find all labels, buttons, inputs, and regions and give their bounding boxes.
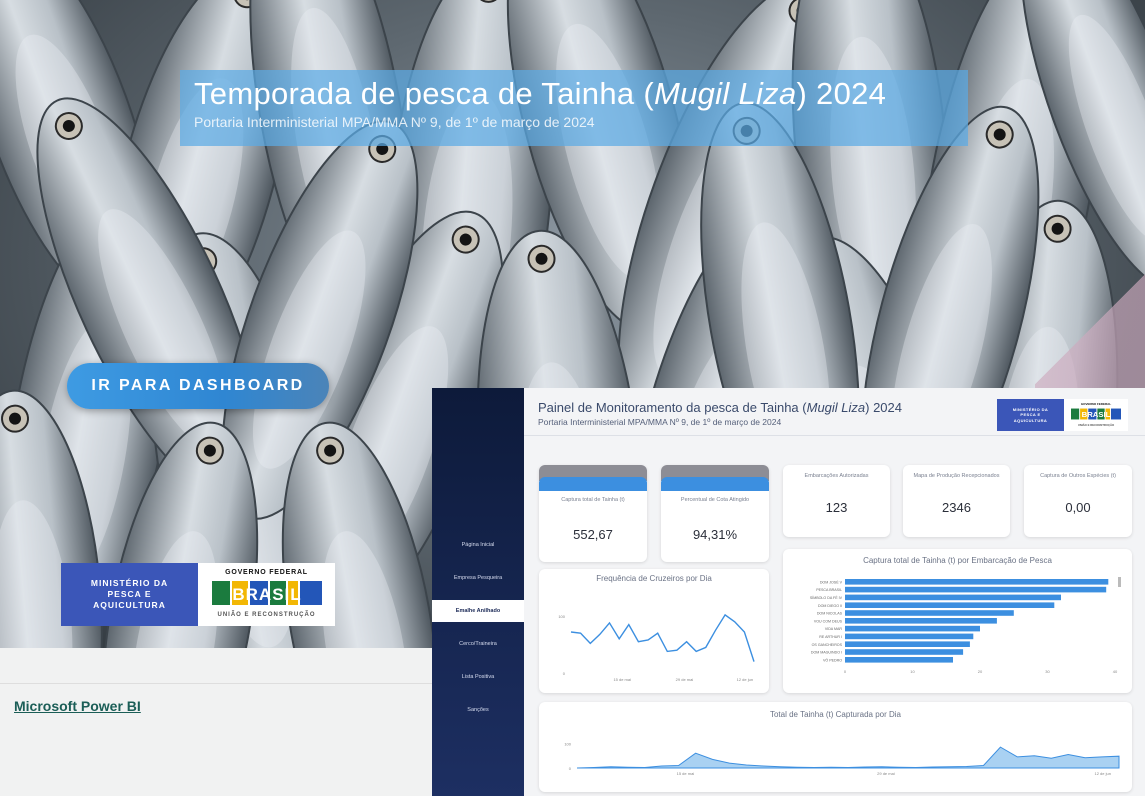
category-label: VOU COM DEUS bbox=[814, 619, 843, 623]
go-to-dashboard-button[interactable]: IR PARA DASHBOARD bbox=[67, 363, 329, 409]
area-series bbox=[576, 746, 1120, 769]
bar bbox=[845, 625, 980, 632]
x-tick-label: 12 de jun bbox=[737, 677, 753, 682]
header-divider bbox=[524, 435, 1145, 436]
hero-title-box: Temporada de pesca de Tainha (Mugil Liza… bbox=[180, 70, 968, 146]
decorative-corner bbox=[1035, 270, 1145, 388]
kpi-value: 0,00 bbox=[1065, 500, 1091, 515]
category-label: PESCA BRASIL bbox=[816, 588, 842, 592]
x-tick-label: 40 bbox=[1113, 669, 1118, 674]
category-label: DOM MAGUINDO I bbox=[811, 651, 842, 655]
category-label: SÍMBOLO DA FÉ IV bbox=[810, 595, 843, 600]
hero-title: Temporada de pesca de Tainha (Mugil Liza… bbox=[194, 76, 887, 111]
bar bbox=[845, 649, 964, 655]
dashboard-title: Painel de Monitoramento da pesca de Tain… bbox=[538, 400, 903, 415]
mini-ministry-logo: MINISTÉRIO DA PESCA E AQUICULTURA bbox=[997, 399, 1064, 431]
kpi-label: Captura total de Tainha (t) bbox=[561, 497, 625, 503]
footer-bar: Microsoft Power BI bbox=[0, 648, 432, 796]
kpi-value: 552,67 bbox=[573, 527, 613, 542]
series-line bbox=[570, 613, 755, 662]
bar bbox=[845, 602, 1055, 608]
mini-governo-federal-logo: GOVERNO FEDERAL BRASIL UNIÃO E RECONSTRU… bbox=[1064, 399, 1128, 431]
kpi-label: Captura de Outros Espécies (t) bbox=[1040, 473, 1116, 479]
kpi-value: 2346 bbox=[942, 500, 971, 515]
nav-item-emalhe-anilhado[interactable]: Emalhe Anilhado bbox=[432, 600, 524, 622]
nav-item-pagina-inicial[interactable]: Página Inicial bbox=[432, 534, 524, 556]
brasil-logo-icon: BRASIL bbox=[212, 581, 322, 605]
scrollbar-thumb bbox=[1118, 577, 1121, 587]
kpi-label: Percentual de Cota Atingido bbox=[680, 497, 750, 503]
area-chart-captura-dia: 100 0 15 de mai 29 de mai 12 de jun bbox=[564, 741, 1120, 776]
dashboard-subtitle: Portaria Interministerial MPA/MMA Nº 9, … bbox=[538, 417, 782, 427]
bar bbox=[845, 641, 970, 647]
x-tick-label: 30 bbox=[1045, 669, 1050, 674]
chart-card-captura-dia: Total de Tainha (t) Capturada por Dia 10… bbox=[539, 702, 1132, 792]
category-label: DOM JOSÉ V bbox=[820, 579, 843, 584]
category-label: RE ARTHUR I bbox=[819, 635, 842, 639]
x-tick-label: 29 de mai bbox=[877, 771, 895, 776]
x-tick-label: 29 de mai bbox=[676, 677, 694, 682]
governo-federal-logo: GOVERNO FEDERAL BRASIL UNIÃO E RECONSTRU… bbox=[198, 563, 335, 626]
category-label: VIDA MAR bbox=[825, 627, 843, 631]
divider bbox=[0, 683, 432, 684]
category-label: DOM NICOLAS bbox=[817, 612, 843, 616]
kpi-card-percentual-cota: Percentual de Cota Atingido 94,31% bbox=[661, 465, 769, 562]
mini-brasil-logo-icon: BRASIL bbox=[1071, 408, 1121, 420]
bar bbox=[845, 633, 974, 640]
bar bbox=[845, 618, 997, 624]
microsoft-power-bi-link[interactable]: Microsoft Power BI bbox=[14, 698, 141, 714]
nav-item-cerco-traineira[interactable]: Cerco/Traineira bbox=[432, 633, 524, 655]
ministry-logo: MINISTÉRIO DA PESCA E AQUICULTURA bbox=[61, 563, 198, 626]
kpi-label: Embarcações Autorizadas bbox=[804, 473, 869, 479]
kpi-card-captura-total: Captura total de Tainha (t) 552,67 bbox=[539, 465, 647, 562]
kpi-card-mapas-producao: Mapa de Produção Recepcionados 2346 bbox=[903, 465, 1010, 537]
bar bbox=[845, 610, 1014, 616]
bar-chart-embarcacoes: DOM JOSÉ V PESCA BRASIL SÍMBOLO DA FÉ IV DO… bbox=[810, 577, 1121, 674]
category-label: VÔ PEDRO bbox=[823, 657, 842, 662]
bar bbox=[845, 586, 1107, 593]
category-label: DOM DIEGO II bbox=[818, 604, 842, 608]
nav-item-sancoes[interactable]: Sanções bbox=[432, 699, 524, 721]
dashboard-sidebar: Página Inicial Empresa Pesqueira Emalhe … bbox=[432, 388, 524, 796]
category-label: OS GANCHEIROS bbox=[812, 643, 843, 647]
y-tick-label: 0 bbox=[563, 671, 566, 676]
government-logo: MINISTÉRIO DA PESCA E AQUICULTURA GOVERN… bbox=[61, 563, 335, 626]
kpi-value: 123 bbox=[825, 500, 848, 515]
y-tick-label: 100 bbox=[558, 614, 565, 619]
x-tick-label: 12 de jun bbox=[1095, 771, 1111, 776]
nav-item-lista-positiva[interactable]: Lista Positiva bbox=[432, 666, 524, 688]
x-tick-label: 0 bbox=[844, 669, 847, 674]
kpi-card-embarcacoes: Embarcações Autorizadas 123 bbox=[783, 465, 890, 537]
kpi-value: 94,31% bbox=[692, 527, 738, 542]
y-tick-label: 100 bbox=[564, 741, 571, 746]
kpi-card-outras-especies: Captura de Outros Espécies (t) 0,00 bbox=[1024, 465, 1132, 537]
bar bbox=[845, 594, 1061, 601]
line-chart-cruzeiros: 100 0 15 de mai 29 de mai 12 de jun bbox=[558, 613, 755, 682]
chart-card-cruzeiros: Frequência de Cruzeiros por Dia 100 0 15 d… bbox=[539, 569, 769, 693]
svg-text:BRASIL: BRASIL bbox=[232, 585, 301, 604]
y-tick-label: 0 bbox=[569, 766, 572, 771]
bar bbox=[845, 579, 1109, 585]
x-tick-label: 20 bbox=[978, 669, 983, 674]
nav-item-empresa-pesqueira[interactable]: Empresa Pesqueira bbox=[432, 567, 524, 589]
x-tick-label: 15 de mai bbox=[677, 771, 695, 776]
dashboard-preview: Página Inicial Empresa Pesqueira Emalhe … bbox=[432, 388, 1145, 796]
kpi-label: Mapa de Produção Recepcionados bbox=[913, 473, 1000, 479]
svg-text:BRASIL: BRASIL bbox=[1082, 410, 1111, 419]
hero-subtitle: Portaria Interministerial MPA/MMA Nº 9, … bbox=[194, 114, 595, 130]
x-tick-label: 10 bbox=[910, 669, 915, 674]
x-tick-label: 15 de mai bbox=[613, 677, 631, 682]
chart-card-embarcacoes: Captura total de Tainha (t) por Embarcaç… bbox=[783, 549, 1132, 693]
bar bbox=[845, 657, 953, 663]
